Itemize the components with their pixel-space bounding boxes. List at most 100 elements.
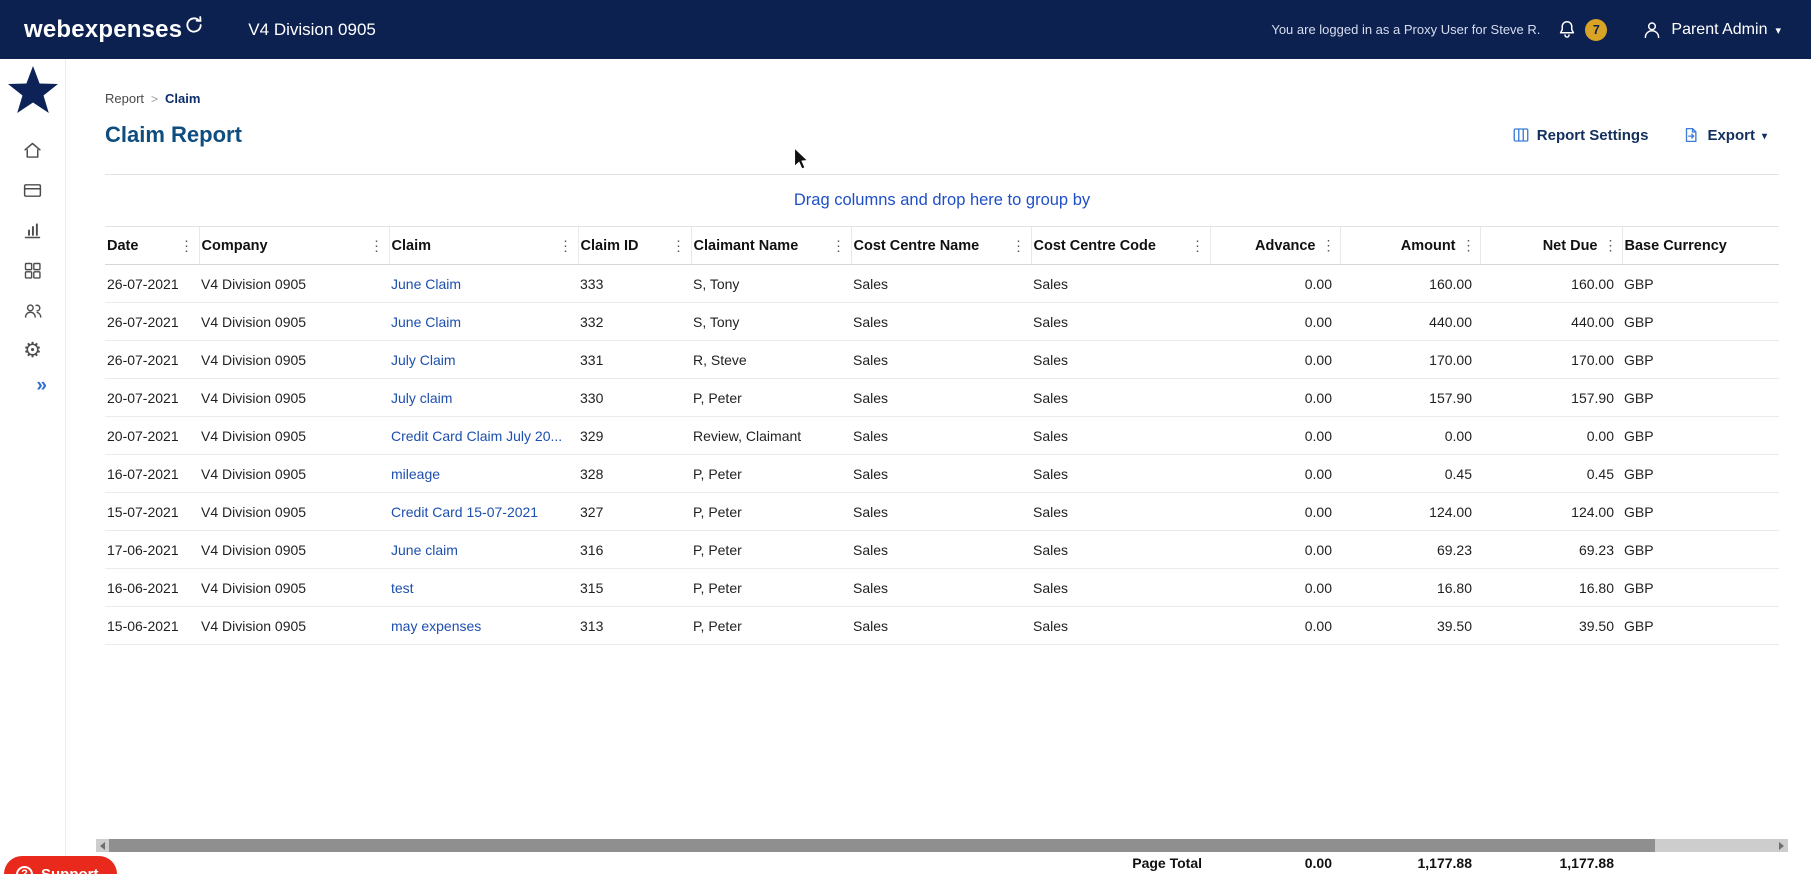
cell-base_currency: GBP — [1622, 378, 1779, 417]
export-button[interactable]: Export ▾ — [1682, 126, 1767, 144]
cell-claimant_name: P, Peter — [691, 378, 851, 417]
column-menu-icon[interactable]: ⋮ — [559, 237, 573, 254]
report-settings-button[interactable]: Report Settings — [1512, 126, 1648, 144]
scrollbar-thumb[interactable] — [109, 839, 1655, 852]
column-menu-icon[interactable]: ⋮ — [1191, 237, 1205, 254]
breadcrumb-current: Claim — [165, 91, 201, 106]
column-label: Amount — [1400, 238, 1456, 254]
sidebar-item-settings[interactable]: ⚙ — [0, 340, 65, 361]
cell-cost_centre_name: Sales — [851, 568, 1031, 607]
totals-table: Page Total 0.00 1,177.88 1,177.88 — [105, 850, 1779, 874]
cell-claim: July Claim — [389, 340, 578, 379]
cell-claim_id: 332 — [578, 302, 691, 341]
notifications-button[interactable]: 7 — [1556, 18, 1608, 41]
claim-link[interactable]: July Claim — [391, 352, 456, 368]
column-menu-icon[interactable]: ⋮ — [1012, 237, 1026, 254]
column-header-base_currency[interactable]: Base Currency — [1621, 226, 1779, 265]
support-button[interactable]: ? Support — [4, 856, 117, 874]
cell-cost_centre_name: Sales — [851, 378, 1031, 417]
table-row: 15-06-2021 V4 Division 0905 may expenses 31… — [105, 606, 1779, 645]
column-label: Base Currency — [1624, 237, 1727, 254]
cell-base_currency: GBP — [1622, 606, 1779, 645]
totals-empty-cell — [389, 850, 578, 874]
cell-claimant_name: P, Peter — [691, 606, 851, 645]
totals-empty-cell — [851, 850, 1031, 874]
cell-claimant_name: P, Peter — [691, 454, 851, 493]
cell-net_due: 0.45 — [1480, 454, 1622, 493]
cell-claim: mileage — [389, 454, 578, 493]
page-title: Claim Report — [105, 122, 242, 147]
claim-link[interactable]: July claim — [391, 390, 452, 406]
star-logo[interactable] — [4, 62, 62, 118]
scroll-right-arrow-icon[interactable] — [1775, 839, 1788, 852]
cell-company: V4 Division 0905 — [199, 416, 389, 455]
totals-empty-cell — [578, 850, 691, 874]
sidebar-expand-chevron-icon[interactable]: » — [36, 375, 65, 397]
column-menu-icon[interactable]: ⋮ — [1604, 237, 1618, 253]
column-menu-icon[interactable]: ⋮ — [1322, 237, 1336, 253]
column-header-net_due[interactable]: Net Due ⋮ — [1479, 226, 1622, 265]
column-header-company[interactable]: Company ⋮ — [198, 226, 389, 265]
cell-cost_centre_code: Sales — [1031, 264, 1210, 303]
grid-icon — [24, 262, 41, 279]
claim-link[interactable]: June Claim — [391, 314, 461, 330]
breadcrumb-root[interactable]: Report — [105, 91, 144, 106]
table-row: 16-06-2021 V4 Division 0905 test 315 P, Pete… — [105, 568, 1779, 607]
claim-link[interactable]: June Claim — [391, 276, 461, 292]
column-header-claim[interactable]: Claim ⋮ — [388, 226, 578, 265]
claim-link[interactable]: Credit Card 15-07-2021 — [391, 504, 538, 520]
claim-link[interactable]: mileage — [391, 466, 440, 482]
column-header-amount[interactable]: Amount ⋮ — [1339, 226, 1480, 265]
column-header-claim_id[interactable]: Claim ID ⋮ — [577, 226, 691, 265]
column-menu-icon[interactable]: ⋮ — [180, 237, 194, 254]
cell-net_due: 0.00 — [1480, 416, 1622, 455]
sidebar-item-users[interactable] — [0, 300, 65, 321]
cell-cost_centre_code: Sales — [1031, 378, 1210, 417]
group-by-drop-zone[interactable]: Drag columns and drop here to group by — [105, 174, 1779, 226]
cell-base_currency: GBP — [1622, 568, 1779, 607]
horizontal-scrollbar[interactable] — [96, 839, 1788, 852]
cell-advance: 0.00 — [1210, 302, 1340, 341]
sidebar-item-addons[interactable] — [0, 260, 65, 281]
cell-cost_centre_code: Sales — [1031, 302, 1210, 341]
column-header-advance[interactable]: Advance ⋮ — [1209, 226, 1340, 265]
column-header-claimant_name[interactable]: Claimant Name ⋮ — [690, 226, 851, 265]
table-row: 15-07-2021 V4 Division 0905 Credit Card 15… — [105, 492, 1779, 531]
column-menu-icon[interactable]: ⋮ — [370, 237, 384, 254]
column-menu-icon[interactable]: ⋮ — [832, 237, 846, 254]
cell-claim_id: 331 — [578, 340, 691, 379]
column-label: Claim — [391, 237, 432, 254]
webexpenses-logo[interactable]: webexpenses — [24, 15, 204, 42]
column-header-cost_centre_name[interactable]: Cost Centre Name ⋮ — [850, 226, 1031, 265]
column-menu-icon[interactable]: ⋮ — [672, 237, 686, 254]
division-label: V4 Division 0905 — [248, 19, 376, 39]
column-label: Claimant Name — [693, 237, 799, 254]
cell-claim: may expenses — [389, 606, 578, 645]
claim-link[interactable]: test — [391, 580, 414, 596]
cell-date: 26-07-2021 — [105, 340, 199, 379]
claim-link[interactable]: June claim — [391, 542, 458, 558]
cell-amount: 157.90 — [1340, 378, 1480, 417]
page-total-amount: 1,177.88 — [1417, 855, 1473, 871]
column-menu-icon[interactable]: ⋮ — [1462, 237, 1476, 253]
cell-company: V4 Division 0905 — [199, 454, 389, 493]
scroll-left-arrow-icon[interactable] — [96, 839, 109, 852]
column-header-cost_centre_code[interactable]: Cost Centre Code ⋮ — [1030, 226, 1210, 265]
table-row: 26-07-2021 V4 Division 0905 June Claim 332 S… — [105, 302, 1779, 341]
claim-link[interactable]: may expenses — [391, 618, 481, 634]
sidebar-item-claims[interactable] — [0, 180, 65, 201]
main-content: Report > Claim Claim Report Report Setti… — [66, 59, 1811, 874]
table-row: 20-07-2021 V4 Division 0905 July claim 330 P… — [105, 378, 1779, 417]
column-header-date[interactable]: Date ⋮ — [105, 226, 199, 265]
totals-empty-cell — [199, 850, 389, 874]
cell-cost_centre_code: Sales — [1031, 340, 1210, 379]
sidebar-item-home[interactable] — [0, 140, 65, 161]
cell-company: V4 Division 0905 — [199, 378, 389, 417]
page-totals-bar: Page Total 0.00 1,177.88 1,177.88 — [105, 850, 1779, 874]
home-icon — [24, 142, 41, 158]
cell-claim_id: 328 — [578, 454, 691, 493]
claim-link[interactable]: Credit Card Claim July 20... — [391, 428, 562, 444]
sidebar-item-reports[interactable] — [0, 220, 65, 241]
column-label: Advance — [1255, 238, 1316, 254]
user-menu[interactable]: Parent Admin ▾ — [1641, 19, 1781, 41]
